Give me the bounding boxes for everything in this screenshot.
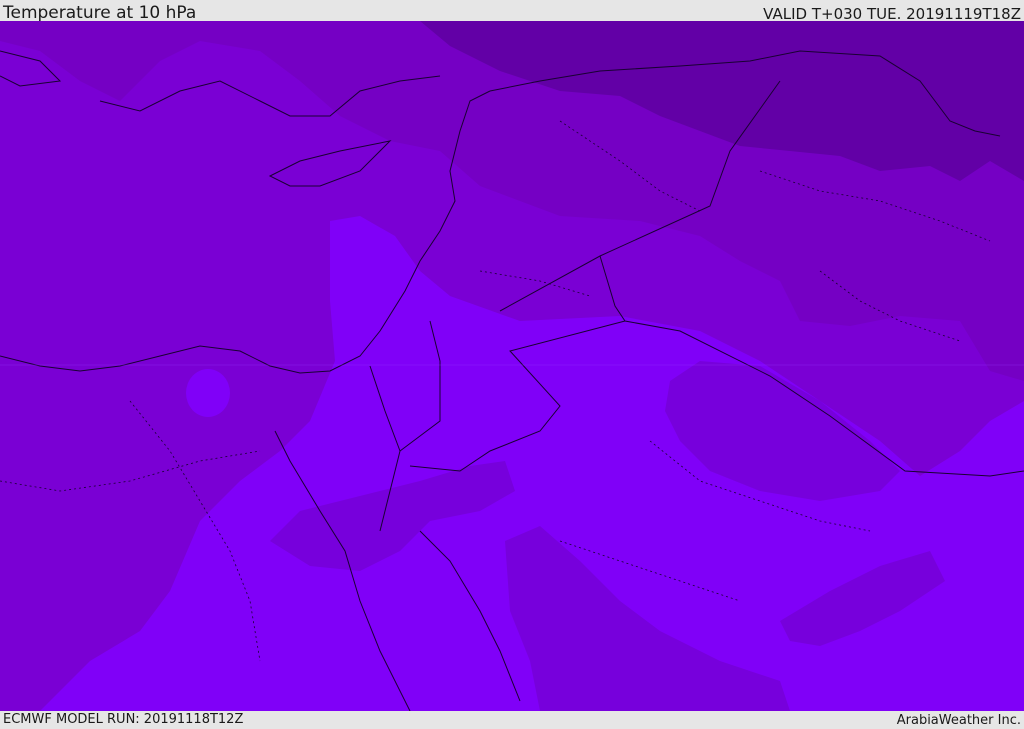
- footer-bar: ECMWF MODEL RUN: 20191118T12Z ArabiaWeat…: [0, 711, 1024, 729]
- map-canvas: [0, 21, 1024, 711]
- temperature-map: [0, 21, 1024, 711]
- map-title: Temperature at 10 hPa: [3, 3, 197, 23]
- credit-label: ArabiaWeather Inc.: [896, 713, 1021, 728]
- header-bar: Temperature at 10 hPa VALID T+030 TUE. 2…: [0, 0, 1024, 23]
- map-figure: Temperature at 10 hPa VALID T+030 TUE. 2…: [0, 0, 1024, 729]
- model-run-label: ECMWF MODEL RUN: 20191118T12Z: [3, 712, 244, 727]
- temperature-spot-west: [186, 369, 230, 417]
